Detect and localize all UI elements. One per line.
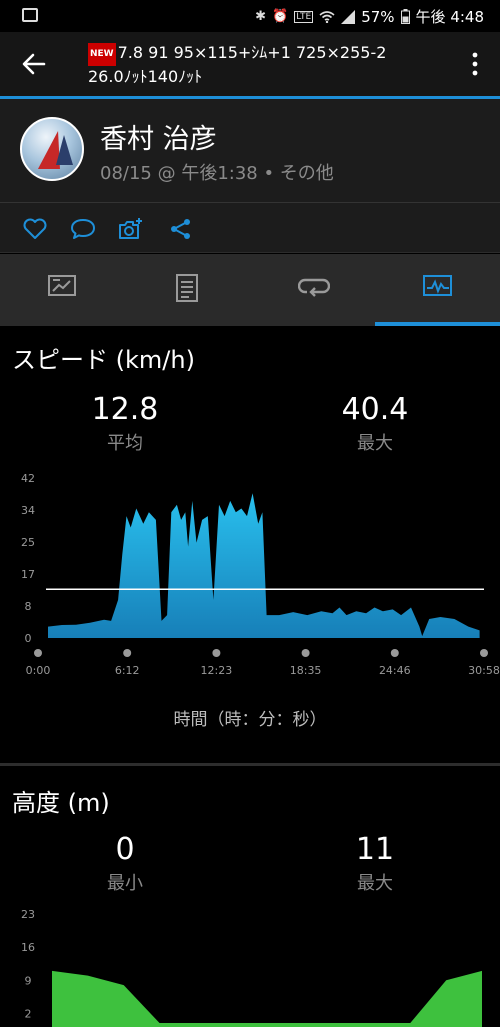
bluetooth-icon: ✱ [255,9,267,24]
summary-tab[interactable] [0,254,125,326]
x-tick-dot [212,649,221,657]
new-badge: NEW [88,43,116,66]
overflow-menu-icon[interactable] [472,52,478,76]
selected-tab-indicator [375,322,500,326]
avg-speed-stat: 12.8 平均 [45,392,205,455]
action-row [0,203,500,253]
app-bar: NEW 7.8 91 95×115+ｼﾑ+1 725×255-2 26.0ﾉｯﾄ1… [0,32,500,96]
avatar[interactable] [20,117,84,181]
activity-title: NEW 7.8 91 95×115+ｼﾑ+1 725×255-2 26.0ﾉｯﾄ1… [88,42,448,87]
speed-chart[interactable]: 0 8 17 25 34 42 0:00 6:12 12:23 18:35 24:46 30:58 [0,466,500,686]
status-bar: ✱ ⏰ LTE 57% 午後 4:48 [0,0,500,32]
back-arrow-icon[interactable] [18,50,50,78]
speed-series-area [48,493,480,638]
like-icon[interactable] [22,217,48,241]
list-icon [176,274,198,302]
avg-speed-value: 12.8 [91,392,159,427]
max-speed-value: 40.4 [341,392,409,427]
x-tick-dot [390,649,399,657]
min-elevation-label: 最小 [107,873,143,894]
max-elevation-value: 11 [355,832,395,867]
speed-x-axis-label: 時間（時：分：秒） [173,710,327,730]
section-divider [0,763,500,766]
elevation-y-tick-label: 23 [21,908,35,921]
charts-tab[interactable] [375,254,500,326]
max-speed-label: 最大 [357,433,393,454]
speed-x-tick-label: 0:00 [26,664,51,677]
loop-icon [298,278,330,297]
elevation-chart[interactable]: 2 9 16 23 [0,905,500,1027]
min-elevation-value: 0 [115,832,135,867]
activity-meta: 08/15 @ 午後1:38 • その他 [100,163,334,184]
add-photo-icon[interactable] [118,217,144,241]
battery-icon [400,9,410,24]
x-tick-dot [34,649,42,657]
speed-x-tick-label: 6:12 [115,664,140,677]
speed-title: スピード (km/h) [12,346,195,374]
elevation-series-area [52,970,482,1027]
max-speed-stat: 40.4 最大 [295,392,455,455]
speed-y-tick-label: 8 [25,600,32,613]
chart-icon [423,275,452,296]
speed-x-tick-label: 18:35 [290,664,322,677]
elevation-y-tick-label: 9 [25,974,32,987]
title-line-1: 7.8 91 95×115+ｼﾑ+1 725×255-2 [117,43,387,62]
title-line-2: 26.0ﾉｯﾄ140ﾉｯﾄ [88,67,203,86]
details-tab[interactable] [125,254,250,326]
laps-tab[interactable] [250,254,375,326]
elevation-y-tick-label: 2 [25,1008,32,1021]
max-elevation-label: 最大 [357,873,393,894]
speed-y-tick-label: 34 [21,504,35,517]
volte-icon: LTE [294,10,314,23]
speed-x-tick-label: 24:46 [379,664,411,677]
max-elevation-stat: 11 最大 [295,832,455,895]
user-name[interactable]: 香村 治彦 [100,117,217,156]
x-tick-dot [301,649,310,657]
view-tabs [0,254,500,326]
wifi-icon [319,10,335,23]
speed-y-tick-label: 17 [21,568,35,581]
avg-speed-label: 平均 [107,433,143,454]
speed-y-tick-label: 42 [21,472,35,485]
min-elevation-stat: 0 最小 [45,832,205,895]
share-icon[interactable] [168,217,194,241]
signal-icon [341,9,356,24]
speed-y-tick-label: 0 [25,632,32,645]
battery-percent: 57% [361,7,395,26]
clock: 午後 4:48 [415,8,484,26]
image-icon [22,8,38,22]
activity-header: 香村 治彦 08/15 @ 午後1:38 • その他 [0,99,500,203]
elevation-title: 高度 (m) [12,789,110,817]
flag-chart-icon [48,275,76,296]
status-icons: ✱ ⏰ LTE 57% 午後 4:48 [255,6,484,27]
speed-x-tick-label: 30:58 [468,664,500,677]
speed-y-tick-label: 25 [21,536,35,549]
elevation-y-tick-label: 16 [21,941,35,954]
speed-x-tick-label: 12:23 [201,664,233,677]
x-tick-dot [480,649,488,657]
comment-icon[interactable] [70,217,96,241]
x-tick-dot [123,649,132,657]
alarm-icon: ⏰ [272,9,289,24]
